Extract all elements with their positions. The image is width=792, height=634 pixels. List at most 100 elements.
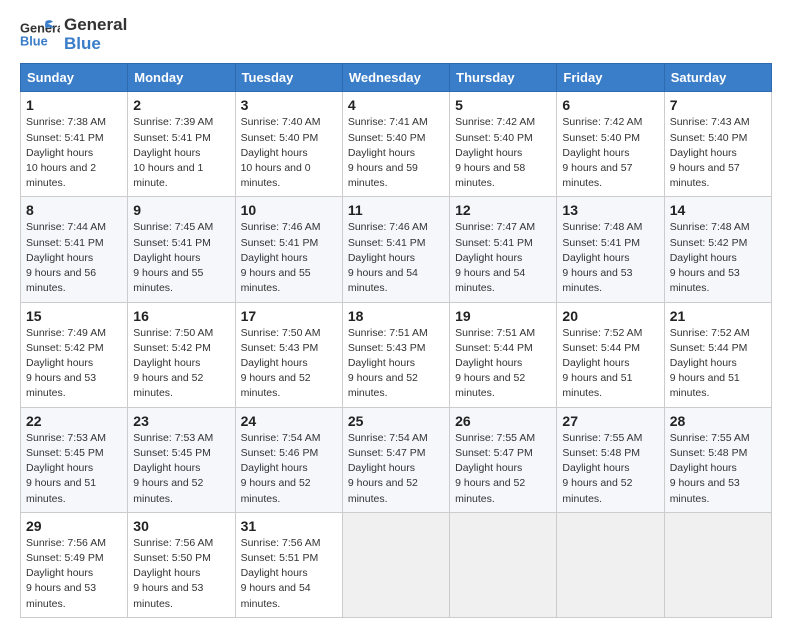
day-info: Sunrise: 7:50 AM Sunset: 5:42 PM Dayligh…: [133, 326, 229, 402]
calendar-cell: 26 Sunrise: 7:55 AM Sunset: 5:47 PM Dayl…: [450, 407, 557, 512]
calendar-table: SundayMondayTuesdayWednesdayThursdayFrid…: [20, 63, 772, 617]
day-number: 23: [133, 413, 229, 429]
day-info: Sunrise: 7:55 AM Sunset: 5:48 PM Dayligh…: [670, 431, 766, 507]
calendar-week-row: 1 Sunrise: 7:38 AM Sunset: 5:41 PM Dayli…: [21, 92, 772, 197]
day-info: Sunrise: 7:52 AM Sunset: 5:44 PM Dayligh…: [562, 326, 658, 402]
day-number: 17: [241, 308, 337, 324]
weekday-header-saturday: Saturday: [664, 64, 771, 92]
day-number: 27: [562, 413, 658, 429]
day-info: Sunrise: 7:54 AM Sunset: 5:46 PM Dayligh…: [241, 431, 337, 507]
weekday-header-thursday: Thursday: [450, 64, 557, 92]
calendar-cell: 16 Sunrise: 7:50 AM Sunset: 5:42 PM Dayl…: [128, 302, 235, 407]
day-number: 16: [133, 308, 229, 324]
day-info: Sunrise: 7:45 AM Sunset: 5:41 PM Dayligh…: [133, 220, 229, 296]
calendar-cell: 8 Sunrise: 7:44 AM Sunset: 5:41 PM Dayli…: [21, 197, 128, 302]
day-number: 3: [241, 97, 337, 113]
calendar-cell: 27 Sunrise: 7:55 AM Sunset: 5:48 PM Dayl…: [557, 407, 664, 512]
calendar-cell: 24 Sunrise: 7:54 AM Sunset: 5:46 PM Dayl…: [235, 407, 342, 512]
calendar-cell: 19 Sunrise: 7:51 AM Sunset: 5:44 PM Dayl…: [450, 302, 557, 407]
calendar-week-row: 29 Sunrise: 7:56 AM Sunset: 5:49 PM Dayl…: [21, 512, 772, 617]
day-info: Sunrise: 7:55 AM Sunset: 5:48 PM Dayligh…: [562, 431, 658, 507]
svg-text:Blue: Blue: [20, 33, 48, 48]
logo-text-line1: General: [64, 16, 127, 35]
day-number: 19: [455, 308, 551, 324]
calendar-cell: 15 Sunrise: 7:49 AM Sunset: 5:42 PM Dayl…: [21, 302, 128, 407]
day-number: 10: [241, 202, 337, 218]
day-info: Sunrise: 7:54 AM Sunset: 5:47 PM Dayligh…: [348, 431, 444, 507]
calendar-cell: 25 Sunrise: 7:54 AM Sunset: 5:47 PM Dayl…: [342, 407, 449, 512]
day-info: Sunrise: 7:46 AM Sunset: 5:41 PM Dayligh…: [241, 220, 337, 296]
day-number: 24: [241, 413, 337, 429]
calendar-cell: 7 Sunrise: 7:43 AM Sunset: 5:40 PM Dayli…: [664, 92, 771, 197]
day-number: 26: [455, 413, 551, 429]
day-info: Sunrise: 7:53 AM Sunset: 5:45 PM Dayligh…: [133, 431, 229, 507]
day-info: Sunrise: 7:41 AM Sunset: 5:40 PM Dayligh…: [348, 115, 444, 191]
day-number: 30: [133, 518, 229, 534]
day-info: Sunrise: 7:38 AM Sunset: 5:41 PM Dayligh…: [26, 115, 122, 191]
day-info: Sunrise: 7:39 AM Sunset: 5:41 PM Dayligh…: [133, 115, 229, 191]
day-info: Sunrise: 7:48 AM Sunset: 5:41 PM Dayligh…: [562, 220, 658, 296]
calendar-cell: 3 Sunrise: 7:40 AM Sunset: 5:40 PM Dayli…: [235, 92, 342, 197]
weekday-header-friday: Friday: [557, 64, 664, 92]
calendar-cell: 6 Sunrise: 7:42 AM Sunset: 5:40 PM Dayli…: [557, 92, 664, 197]
calendar-cell: 17 Sunrise: 7:50 AM Sunset: 5:43 PM Dayl…: [235, 302, 342, 407]
day-number: 25: [348, 413, 444, 429]
logo: General Blue General Blue: [20, 16, 127, 53]
day-info: Sunrise: 7:56 AM Sunset: 5:51 PM Dayligh…: [241, 536, 337, 612]
page: General Blue General Blue SundayMondayTu…: [0, 0, 792, 634]
day-info: Sunrise: 7:53 AM Sunset: 5:45 PM Dayligh…: [26, 431, 122, 507]
calendar-cell: [557, 512, 664, 617]
day-info: Sunrise: 7:42 AM Sunset: 5:40 PM Dayligh…: [562, 115, 658, 191]
calendar-cell: 22 Sunrise: 7:53 AM Sunset: 5:45 PM Dayl…: [21, 407, 128, 512]
day-info: Sunrise: 7:51 AM Sunset: 5:44 PM Dayligh…: [455, 326, 551, 402]
header: General Blue General Blue: [20, 16, 772, 53]
weekday-header-monday: Monday: [128, 64, 235, 92]
day-number: 13: [562, 202, 658, 218]
day-info: Sunrise: 7:42 AM Sunset: 5:40 PM Dayligh…: [455, 115, 551, 191]
calendar-cell: [664, 512, 771, 617]
calendar-cell: 4 Sunrise: 7:41 AM Sunset: 5:40 PM Dayli…: [342, 92, 449, 197]
calendar-cell: 20 Sunrise: 7:52 AM Sunset: 5:44 PM Dayl…: [557, 302, 664, 407]
day-info: Sunrise: 7:55 AM Sunset: 5:47 PM Dayligh…: [455, 431, 551, 507]
day-info: Sunrise: 7:56 AM Sunset: 5:49 PM Dayligh…: [26, 536, 122, 612]
calendar-cell: 30 Sunrise: 7:56 AM Sunset: 5:50 PM Dayl…: [128, 512, 235, 617]
calendar-cell: 13 Sunrise: 7:48 AM Sunset: 5:41 PM Dayl…: [557, 197, 664, 302]
day-number: 20: [562, 308, 658, 324]
calendar-cell: 23 Sunrise: 7:53 AM Sunset: 5:45 PM Dayl…: [128, 407, 235, 512]
calendar-cell: 31 Sunrise: 7:56 AM Sunset: 5:51 PM Dayl…: [235, 512, 342, 617]
calendar-cell: 9 Sunrise: 7:45 AM Sunset: 5:41 PM Dayli…: [128, 197, 235, 302]
day-info: Sunrise: 7:50 AM Sunset: 5:43 PM Dayligh…: [241, 326, 337, 402]
day-number: 22: [26, 413, 122, 429]
calendar-cell: 18 Sunrise: 7:51 AM Sunset: 5:43 PM Dayl…: [342, 302, 449, 407]
calendar-cell: 28 Sunrise: 7:55 AM Sunset: 5:48 PM Dayl…: [664, 407, 771, 512]
day-number: 21: [670, 308, 766, 324]
calendar-cell: 21 Sunrise: 7:52 AM Sunset: 5:44 PM Dayl…: [664, 302, 771, 407]
day-number: 6: [562, 97, 658, 113]
calendar-week-row: 15 Sunrise: 7:49 AM Sunset: 5:42 PM Dayl…: [21, 302, 772, 407]
day-number: 2: [133, 97, 229, 113]
weekday-header-tuesday: Tuesday: [235, 64, 342, 92]
calendar-cell: 29 Sunrise: 7:56 AM Sunset: 5:49 PM Dayl…: [21, 512, 128, 617]
day-info: Sunrise: 7:56 AM Sunset: 5:50 PM Dayligh…: [133, 536, 229, 612]
calendar-week-row: 22 Sunrise: 7:53 AM Sunset: 5:45 PM Dayl…: [21, 407, 772, 512]
day-number: 14: [670, 202, 766, 218]
day-info: Sunrise: 7:44 AM Sunset: 5:41 PM Dayligh…: [26, 220, 122, 296]
day-number: 1: [26, 97, 122, 113]
logo-icon: General Blue: [20, 19, 60, 51]
day-info: Sunrise: 7:49 AM Sunset: 5:42 PM Dayligh…: [26, 326, 122, 402]
calendar-cell: [342, 512, 449, 617]
day-number: 31: [241, 518, 337, 534]
day-info: Sunrise: 7:43 AM Sunset: 5:40 PM Dayligh…: [670, 115, 766, 191]
day-info: Sunrise: 7:51 AM Sunset: 5:43 PM Dayligh…: [348, 326, 444, 402]
day-number: 28: [670, 413, 766, 429]
calendar-week-row: 8 Sunrise: 7:44 AM Sunset: 5:41 PM Dayli…: [21, 197, 772, 302]
day-number: 18: [348, 308, 444, 324]
calendar-cell: 10 Sunrise: 7:46 AM Sunset: 5:41 PM Dayl…: [235, 197, 342, 302]
day-number: 8: [26, 202, 122, 218]
day-number: 4: [348, 97, 444, 113]
day-info: Sunrise: 7:40 AM Sunset: 5:40 PM Dayligh…: [241, 115, 337, 191]
day-number: 15: [26, 308, 122, 324]
day-number: 7: [670, 97, 766, 113]
weekday-header-wednesday: Wednesday: [342, 64, 449, 92]
calendar-cell: 11 Sunrise: 7:46 AM Sunset: 5:41 PM Dayl…: [342, 197, 449, 302]
